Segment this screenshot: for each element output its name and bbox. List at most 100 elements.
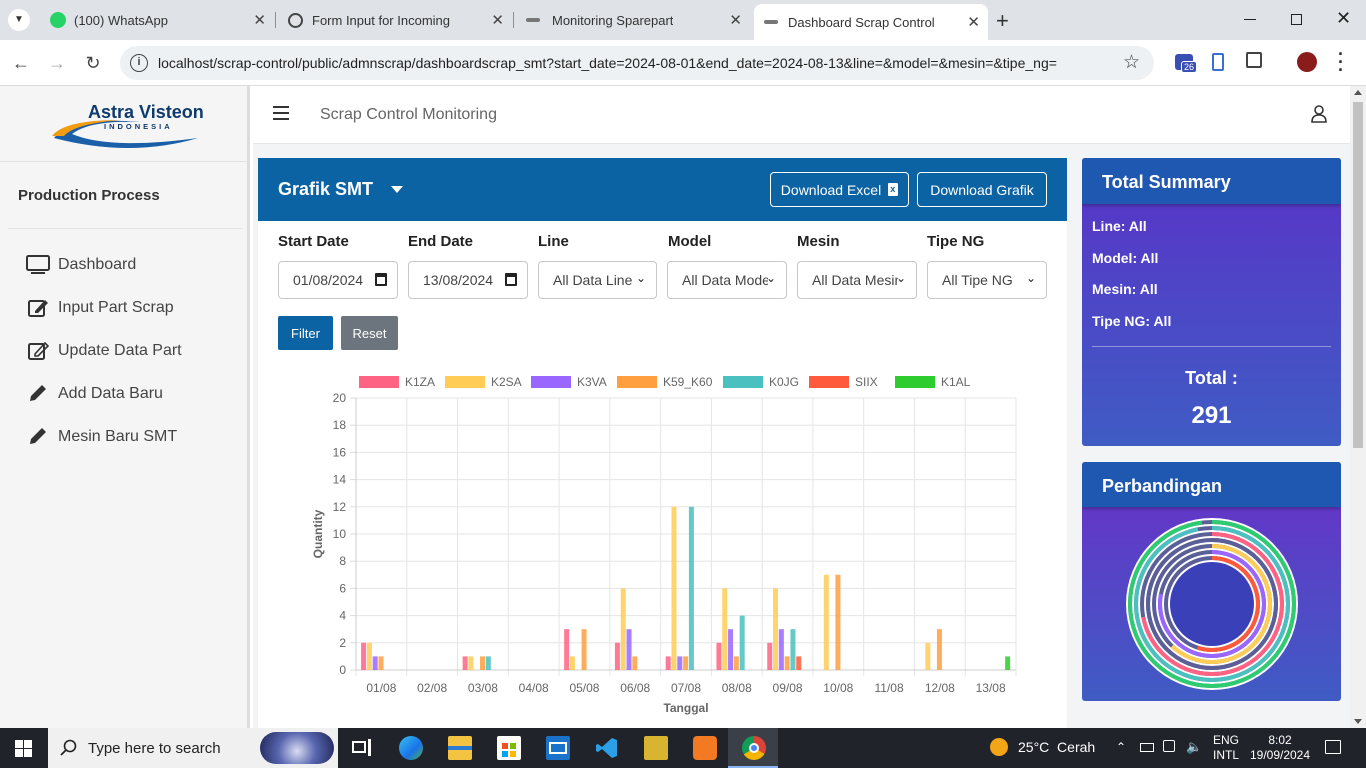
- sidebar-item-dashboard[interactable]: Dashboard: [26, 252, 136, 278]
- restore-button[interactable]: [1291, 14, 1302, 25]
- sidebar-item-input-part-scrap[interactable]: Input Part Scrap: [26, 295, 174, 321]
- taskbar-search[interactable]: Type here to search: [48, 728, 338, 768]
- close-icon[interactable]: ✕: [491, 11, 504, 29]
- summary-model: Model: All: [1092, 250, 1159, 266]
- task-view-icon[interactable]: [350, 736, 374, 760]
- sidebar-item-add-data-baru[interactable]: Add Data Baru: [26, 381, 163, 407]
- windows-start-icon[interactable]: [15, 740, 32, 757]
- forward-button[interactable]: →: [44, 50, 70, 76]
- close-icon[interactable]: ✕: [253, 11, 266, 29]
- info-icon[interactable]: i: [130, 54, 148, 72]
- end-date-input[interactable]: 13/08/2024: [408, 261, 528, 299]
- bar-chart: K1ZA K2SA K3VA K59_K60 K0JG SIIX K1AL 0 2 4 6 8 10 12…: [311, 375, 1017, 715]
- reset-button[interactable]: Reset: [341, 316, 398, 350]
- minimize-button[interactable]: [1244, 19, 1256, 20]
- weather-icon[interactable]: [990, 738, 1008, 756]
- filter-button[interactable]: Filter: [278, 316, 333, 350]
- edit-icon: [28, 300, 48, 317]
- chart-card-title[interactable]: Grafik SMT: [278, 179, 373, 200]
- download-grafik-button[interactable]: Download Grafik: [917, 172, 1047, 207]
- url-bar[interactable]: i localhost/scrap-control/public/admnscr…: [120, 46, 1154, 80]
- puzzle-icon[interactable]: [1246, 52, 1262, 68]
- pencil-icon: [30, 428, 46, 444]
- search-placeholder: Type here to search: [88, 740, 221, 757]
- language-indicator[interactable]: ENG INTL: [1213, 733, 1239, 763]
- sidebar-item-update-data-part[interactable]: Update Data Part: [26, 338, 182, 364]
- caret-down-icon[interactable]: [391, 186, 403, 193]
- weather-text[interactable]: 25°C Cerah: [1018, 739, 1095, 779]
- profile-avatar[interactable]: [1297, 52, 1317, 72]
- network-icon[interactable]: [1163, 740, 1175, 752]
- clipboard-icon[interactable]: [1212, 53, 1224, 71]
- bar: [796, 656, 802, 670]
- y-tick-label: 8: [339, 554, 346, 568]
- model-select[interactable]: All Data Model ⌄: [667, 261, 787, 299]
- vscode-icon[interactable]: [595, 736, 619, 760]
- tipe-ng-label: Tipe NG: [927, 233, 985, 250]
- tab-label: Form Input for Incoming: [312, 12, 450, 28]
- y-tick-label: 14: [333, 473, 347, 487]
- clock-time: 8:02: [1268, 733, 1292, 747]
- user-icon[interactable]: [1310, 105, 1328, 123]
- scroll-up-arrow[interactable]: [1354, 90, 1362, 95]
- mesin-label: Mesin: [797, 233, 840, 250]
- x-axis-title: Tanggal: [663, 701, 708, 715]
- calendar-icon[interactable]: [375, 273, 387, 286]
- x-tick-label: 05/08: [569, 681, 599, 695]
- address-bar: ← → ↻ i localhost/scrap-control/public/a…: [0, 40, 1366, 86]
- tray-chevron-icon[interactable]: ⌃: [1116, 740, 1126, 754]
- tab-monitoring-sparepart[interactable]: Monitoring Sparepart ✕: [516, 6, 750, 34]
- x-tick-label: 09/08: [773, 681, 803, 695]
- bar: [683, 656, 689, 670]
- search-highlight-image: [260, 732, 334, 764]
- mesin-select[interactable]: All Data Mesin ⌄: [797, 261, 917, 299]
- tab-whatsapp[interactable]: (100) WhatsApp ✕: [40, 6, 274, 34]
- chrome-icon[interactable]: [742, 736, 766, 760]
- tipe-ng-select[interactable]: All Tipe NG ⌄: [927, 261, 1047, 299]
- new-tab-button[interactable]: +: [996, 8, 1009, 34]
- sidebar-item-mesin-baru-smt[interactable]: Mesin Baru SMT: [26, 424, 177, 450]
- bar: [823, 574, 829, 670]
- hamburger-menu-icon[interactable]: [273, 106, 289, 120]
- close-icon[interactable]: ✕: [967, 13, 980, 31]
- legend-label: SIIX: [855, 375, 878, 389]
- xampp-icon[interactable]: [693, 736, 717, 760]
- logo-subtext: INDONESIA: [104, 122, 173, 131]
- battery-icon[interactable]: [1140, 743, 1154, 752]
- scroll-down-arrow[interactable]: [1354, 719, 1362, 724]
- tools-app-icon[interactable]: [644, 736, 668, 760]
- calendar-icon[interactable]: [505, 273, 517, 286]
- download-excel-button[interactable]: Download Excel x: [770, 172, 909, 207]
- vertical-scrollbar[interactable]: [1350, 86, 1366, 728]
- company-logo[interactable]: Astra Visteon INDONESIA: [50, 98, 210, 150]
- reload-button[interactable]: ↻: [80, 50, 106, 76]
- tab-list-dropdown[interactable]: ▼: [8, 9, 30, 31]
- volume-icon[interactable]: 🔈: [1186, 739, 1202, 755]
- notification-icon[interactable]: [1325, 740, 1341, 754]
- more-menu-icon[interactable]: · · ·: [1338, 45, 1344, 79]
- sidebar-item-label: Update Data Part: [58, 342, 182, 359]
- start-date-input[interactable]: 01/08/2024: [278, 261, 398, 299]
- line-select[interactable]: All Data Line ⌄: [538, 261, 657, 299]
- close-icon[interactable]: ✕: [729, 11, 742, 29]
- close-window-button[interactable]: ✕: [1336, 8, 1351, 29]
- bar: [366, 642, 372, 670]
- bookmark-star-icon[interactable]: ☆: [1123, 51, 1140, 74]
- tab-form-input[interactable]: Form Input for Incoming ✕: [278, 6, 512, 34]
- file-explorer-icon[interactable]: [448, 736, 472, 760]
- end-date-value: 13/08/2024: [423, 272, 494, 288]
- edge-browser-icon[interactable]: [399, 736, 423, 760]
- scrollbar-thumb[interactable]: [1353, 102, 1363, 448]
- bar: [722, 588, 728, 670]
- legend-swatch: [359, 376, 399, 388]
- mail-icon[interactable]: [546, 736, 570, 760]
- clock[interactable]: 8:02 19/09/2024: [1248, 733, 1312, 763]
- bar: [835, 574, 841, 670]
- extension-icon[interactable]: 26: [1175, 54, 1198, 73]
- tab-dashboard-scrap[interactable]: Dashboard Scrap Control ✕: [754, 4, 988, 40]
- legend-swatch: [895, 376, 935, 388]
- x-tick-label: 06/08: [620, 681, 650, 695]
- back-button[interactable]: ←: [8, 50, 34, 76]
- bar: [936, 629, 942, 670]
- microsoft-store-icon[interactable]: [497, 736, 521, 760]
